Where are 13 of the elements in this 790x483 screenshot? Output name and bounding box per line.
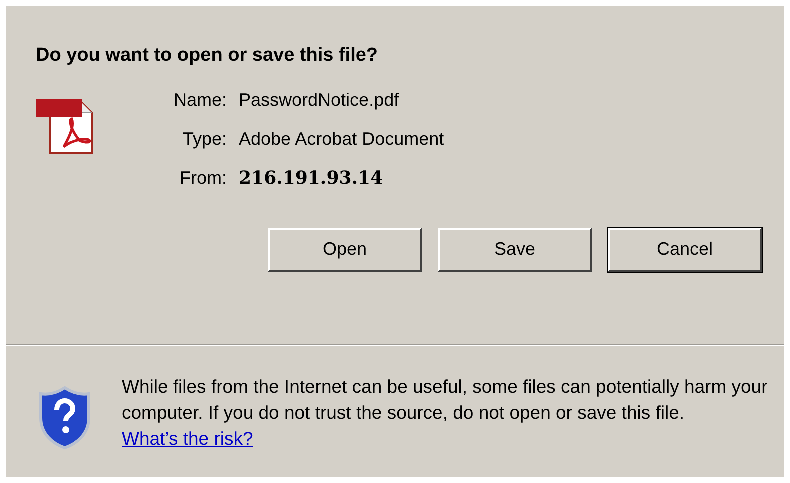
field-value: PasswordNotice.pdf xyxy=(239,88,400,112)
shield-help-icon xyxy=(38,386,92,450)
dialog-question: Do you want to open or save this file? xyxy=(36,44,380,68)
field-value: Adobe Acrobat Document xyxy=(239,128,444,150)
dialog-button[interactable]: Save xyxy=(438,228,592,272)
field-label: Name: xyxy=(174,88,228,112)
warning-text: While files from the Internet can be useful, some files can potentially harm your computer. If you do not trust the source, do not open or save this file. What’s the risk? xyxy=(122,375,769,451)
field-value: 216.191.93.14 xyxy=(239,166,384,190)
risk-link[interactable]: What’s the risk? xyxy=(122,428,254,449)
dialog-button[interactable]: Open xyxy=(268,228,422,272)
field-label: Type: xyxy=(182,128,228,151)
field-label: From: xyxy=(179,166,228,190)
dialog-button[interactable]: Cancel xyxy=(608,228,762,272)
